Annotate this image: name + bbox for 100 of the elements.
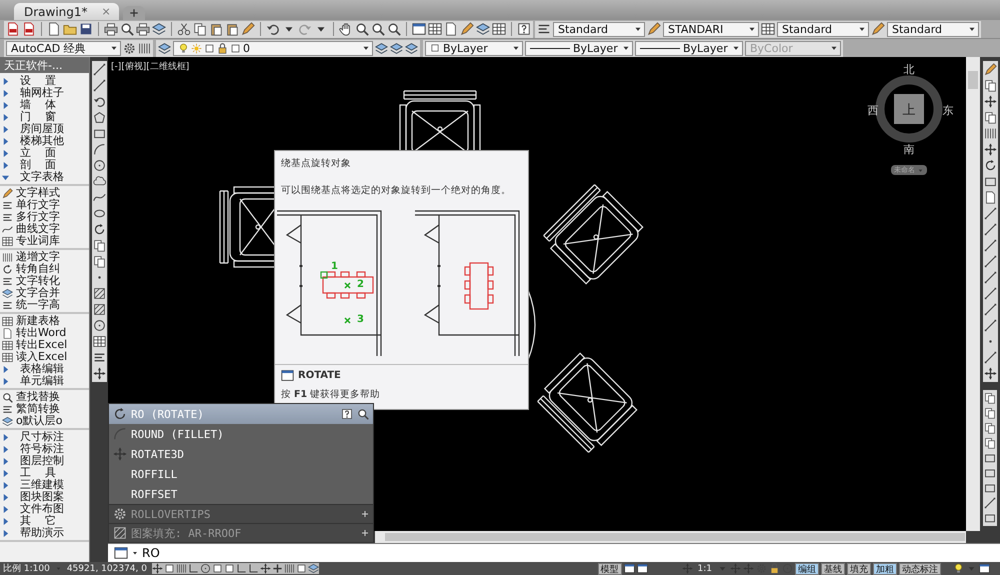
expand-arrow-icon[interactable] [2,446,9,452]
menu-item[interactable]: 转出Word [0,327,89,339]
rotate-icon[interactable] [92,223,106,236]
square-icon[interactable] [212,563,223,574]
printer-icon[interactable] [136,22,150,36]
expand-arrow-icon[interactable] [2,434,9,440]
table-icon[interactable] [492,22,506,36]
menu-item[interactable]: 工 具 [0,467,89,479]
copy-icon[interactable] [984,111,996,124]
line-icon[interactable] [984,239,996,252]
scissors-icon[interactable] [177,22,191,36]
menu-item[interactable]: 文字样式 [0,187,89,199]
rotate-icon[interactable] [984,159,996,172]
help-icon[interactable] [517,22,531,36]
menu-item[interactable]: 符号标注 [0,443,89,455]
menu-item[interactable]: 墙 体 [0,99,89,111]
pdf-file-icon[interactable] [22,22,36,36]
pencil-icon[interactable] [460,22,474,36]
menu-item[interactable]: 门 窗 [0,111,89,123]
menu-item[interactable]: 图块图案 [0,491,89,503]
window-icon[interactable] [636,563,648,574]
menu-item[interactable]: 查找替换 [0,391,89,403]
copy-icon[interactable] [92,255,106,268]
toggle-button[interactable]: 基线 [821,562,845,574]
zoom-icon[interactable] [387,22,401,36]
menu-item[interactable]: 单行文字 [0,199,89,211]
style-dropdown[interactable]: Standard [553,22,645,36]
square-icon[interactable] [204,42,215,54]
plus-icon[interactable] [272,563,283,574]
rectangle-icon[interactable] [984,512,996,524]
square-icon[interactable] [224,563,235,574]
spline-icon[interactable] [92,191,106,204]
hand-icon[interactable] [339,22,353,36]
vertical-scrollbar[interactable] [966,57,980,531]
menu-item[interactable]: 其 它 [0,515,89,527]
move-icon[interactable] [984,367,996,380]
window-icon[interactable] [979,563,990,574]
line-icon[interactable] [984,351,996,364]
workspace-dropdown[interactable]: AutoCAD 经典 [6,40,121,56]
rectangle-icon[interactable] [984,467,996,479]
clipboard-icon[interactable] [225,22,239,36]
menu-item[interactable]: 尺寸标注 [0,431,89,443]
cloud-icon[interactable] [92,175,106,188]
window-icon[interactable] [114,546,128,560]
line-icon[interactable] [92,63,106,76]
scroll-thumb[interactable] [968,71,978,89]
expand-arrow-icon[interactable] [2,506,9,512]
lock-icon[interactable] [769,563,780,574]
layers-icon[interactable] [158,42,171,54]
copy-icon[interactable] [984,422,996,434]
expand-arrow-icon[interactable] [2,126,9,132]
corner-icon[interactable] [236,563,247,574]
undo-icon[interactable] [92,95,106,108]
suggestion-item[interactable]: ROFFILL [109,464,373,484]
folder-icon[interactable] [63,22,77,36]
pencil-icon[interactable] [984,63,996,76]
layers-icon[interactable] [375,42,388,54]
menu-item[interactable]: 专业词库 [0,235,89,247]
horizontal-scrollbar[interactable] [375,531,966,543]
save-icon[interactable] [79,22,93,36]
expand-arrow-icon[interactable] [2,494,9,500]
file-icon[interactable] [444,22,458,36]
style-dropdown[interactable]: STANDARI [663,22,759,36]
menu-item[interactable]: 轴网柱子 [0,87,89,99]
rectangle-icon[interactable] [984,175,996,188]
property-dropdown[interactable]: ByLayer [425,40,523,56]
menu-item[interactable]: 帮助演示 [0,527,89,539]
bulb-icon[interactable] [953,563,964,574]
property-dropdown[interactable]: ByLayer [525,40,633,56]
undo-icon[interactable] [266,22,280,36]
model-tab[interactable]: 模型 [598,562,622,574]
square-icon[interactable] [296,563,307,574]
menu-item[interactable]: o默认层o [0,415,89,427]
new-tab-button[interactable] [122,6,145,20]
clipboard-icon[interactable] [209,22,223,36]
line-icon[interactable] [984,207,996,220]
grid-icon[interactable] [284,563,295,574]
zoom-icon[interactable] [355,22,369,36]
grid-icon[interactable] [984,127,996,140]
hatch-icon[interactable] [92,287,106,300]
line-icon[interactable] [92,79,106,92]
annotation-scale[interactable]: 1:1 [694,564,715,574]
layer-dropdown[interactable]: 0 [173,40,373,56]
expand-arrow-icon[interactable] [2,114,9,120]
toggle-button[interactable]: 编组 [795,562,819,574]
arc-icon[interactable] [92,143,106,156]
menu-item[interactable]: 多行文字 [0,211,89,223]
rectangle-icon[interactable] [92,127,106,140]
expand-arrow-icon[interactable] [2,78,9,84]
menu-item[interactable]: 剖 面 [0,159,89,171]
menu-item[interactable]: 繁简转换 [0,403,89,415]
layers-icon[interactable] [152,22,166,36]
expand-arrow-icon[interactable] [2,90,9,96]
line-icon[interactable] [984,255,996,268]
pencil-icon[interactable] [871,22,885,36]
suggestion-item[interactable]: ROUND (FILLET) [109,424,373,444]
grid-icon[interactable] [176,563,187,574]
menu-item[interactable]: 文字表格 [0,171,89,183]
square-icon[interactable] [164,563,175,574]
menu-item[interactable]: 表格编辑 [0,363,89,375]
